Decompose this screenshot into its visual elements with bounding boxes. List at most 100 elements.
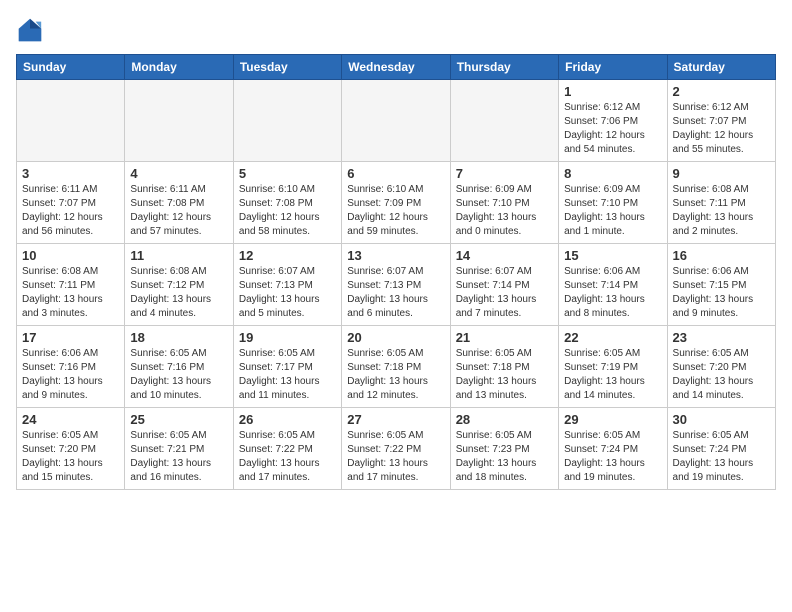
weekday-header-saturday: Saturday [667,55,775,80]
day-number: 15 [564,248,661,263]
day-info: Sunrise: 6:12 AMSunset: 7:06 PMDaylight:… [564,101,661,157]
calendar-cell: 17 Sunrise: 6:06 AMSunset: 7:16 PMDayligh… [17,326,125,408]
day-info: Sunrise: 6:08 AMSunset: 7:11 PMDaylight:… [673,183,770,239]
day-info: Sunrise: 6:05 AMSunset: 7:20 PMDaylight:… [673,347,770,403]
calendar-cell: 18 Sunrise: 6:05 AMSunset: 7:16 PMDayligh… [125,326,233,408]
day-number: 2 [673,84,770,99]
calendar-cell [450,80,558,162]
calendar-header-row: SundayMondayTuesdayWednesdayThursdayFrid… [17,55,776,80]
day-number: 17 [22,330,119,345]
weekday-header-tuesday: Tuesday [233,55,341,80]
day-number: 18 [130,330,227,345]
calendar-cell: 28 Sunrise: 6:05 AMSunset: 7:23 PMDayligh… [450,408,558,490]
calendar-week-4: 17 Sunrise: 6:06 AMSunset: 7:16 PMDayligh… [17,326,776,408]
day-info: Sunrise: 6:10 AMSunset: 7:09 PMDaylight:… [347,183,444,239]
calendar-cell: 3 Sunrise: 6:11 AMSunset: 7:07 PMDaylight… [17,162,125,244]
day-number: 25 [130,412,227,427]
day-number: 12 [239,248,336,263]
calendar-cell: 8 Sunrise: 6:09 AMSunset: 7:10 PMDaylight… [559,162,667,244]
calendar-cell: 1Sunrise: 6:12 AMSunset: 7:06 PMDaylight… [559,80,667,162]
calendar-cell [233,80,341,162]
day-number: 8 [564,166,661,181]
day-info: Sunrise: 6:05 AMSunset: 7:17 PMDaylight:… [239,347,336,403]
day-number: 28 [456,412,553,427]
day-number: 27 [347,412,444,427]
calendar-table: SundayMondayTuesdayWednesdayThursdayFrid… [16,54,776,490]
logo [16,16,48,44]
day-number: 9 [673,166,770,181]
calendar-cell: 27 Sunrise: 6:05 AMSunset: 7:22 PMDayligh… [342,408,450,490]
day-info: Sunrise: 6:05 AMSunset: 7:18 PMDaylight:… [456,347,553,403]
day-info: Sunrise: 6:12 AMSunset: 7:07 PMDaylight:… [673,101,770,157]
day-info: Sunrise: 6:10 AMSunset: 7:08 PMDaylight:… [239,183,336,239]
calendar-cell: 13 Sunrise: 6:07 AMSunset: 7:13 PMDayligh… [342,244,450,326]
day-number: 6 [347,166,444,181]
day-info: Sunrise: 6:05 AMSunset: 7:18 PMDaylight:… [347,347,444,403]
day-info: Sunrise: 6:06 AMSunset: 7:16 PMDaylight:… [22,347,119,403]
day-info: Sunrise: 6:08 AMSunset: 7:12 PMDaylight:… [130,265,227,321]
day-info: Sunrise: 6:05 AMSunset: 7:23 PMDaylight:… [456,429,553,485]
calendar-cell: 22 Sunrise: 6:05 AMSunset: 7:19 PMDayligh… [559,326,667,408]
calendar-cell: 9 Sunrise: 6:08 AMSunset: 7:11 PMDaylight… [667,162,775,244]
day-info: Sunrise: 6:09 AMSunset: 7:10 PMDaylight:… [564,183,661,239]
day-info: Sunrise: 6:06 AMSunset: 7:14 PMDaylight:… [564,265,661,321]
day-info: Sunrise: 6:07 AMSunset: 7:13 PMDaylight:… [239,265,336,321]
calendar-cell: 5 Sunrise: 6:10 AMSunset: 7:08 PMDaylight… [233,162,341,244]
day-number: 4 [130,166,227,181]
calendar-week-3: 10 Sunrise: 6:08 AMSunset: 7:11 PMDayligh… [17,244,776,326]
calendar-cell [17,80,125,162]
day-number: 10 [22,248,119,263]
calendar-week-1: 1Sunrise: 6:12 AMSunset: 7:06 PMDaylight… [17,80,776,162]
day-info: Sunrise: 6:05 AMSunset: 7:22 PMDaylight:… [347,429,444,485]
calendar-cell [125,80,233,162]
day-info: Sunrise: 6:11 AMSunset: 7:07 PMDaylight:… [22,183,119,239]
day-info: Sunrise: 6:05 AMSunset: 7:21 PMDaylight:… [130,429,227,485]
day-number: 30 [673,412,770,427]
calendar-week-5: 24 Sunrise: 6:05 AMSunset: 7:20 PMDayligh… [17,408,776,490]
calendar-cell: 23 Sunrise: 6:05 AMSunset: 7:20 PMDayligh… [667,326,775,408]
day-info: Sunrise: 6:09 AMSunset: 7:10 PMDaylight:… [456,183,553,239]
weekday-header-thursday: Thursday [450,55,558,80]
day-info: Sunrise: 6:05 AMSunset: 7:24 PMDaylight:… [673,429,770,485]
day-info: Sunrise: 6:08 AMSunset: 7:11 PMDaylight:… [22,265,119,321]
day-info: Sunrise: 6:11 AMSunset: 7:08 PMDaylight:… [130,183,227,239]
day-number: 7 [456,166,553,181]
calendar-cell: 6 Sunrise: 6:10 AMSunset: 7:09 PMDaylight… [342,162,450,244]
day-number: 20 [347,330,444,345]
day-number: 5 [239,166,336,181]
day-number: 23 [673,330,770,345]
calendar-week-2: 3 Sunrise: 6:11 AMSunset: 7:07 PMDaylight… [17,162,776,244]
calendar-cell: 25 Sunrise: 6:05 AMSunset: 7:21 PMDayligh… [125,408,233,490]
weekday-header-monday: Monday [125,55,233,80]
calendar-cell: 4 Sunrise: 6:11 AMSunset: 7:08 PMDaylight… [125,162,233,244]
day-info: Sunrise: 6:07 AMSunset: 7:13 PMDaylight:… [347,265,444,321]
day-number: 3 [22,166,119,181]
calendar-cell: 29 Sunrise: 6:05 AMSunset: 7:24 PMDayligh… [559,408,667,490]
calendar-cell: 20 Sunrise: 6:05 AMSunset: 7:18 PMDayligh… [342,326,450,408]
day-info: Sunrise: 6:05 AMSunset: 7:16 PMDaylight:… [130,347,227,403]
day-info: Sunrise: 6:05 AMSunset: 7:19 PMDaylight:… [564,347,661,403]
day-info: Sunrise: 6:05 AMSunset: 7:24 PMDaylight:… [564,429,661,485]
calendar-cell: 7 Sunrise: 6:09 AMSunset: 7:10 PMDaylight… [450,162,558,244]
calendar-cell: 15 Sunrise: 6:06 AMSunset: 7:14 PMDayligh… [559,244,667,326]
page-header [16,16,776,44]
day-info: Sunrise: 6:05 AMSunset: 7:20 PMDaylight:… [22,429,119,485]
day-number: 24 [22,412,119,427]
calendar-cell: 26Sunrise: 6:05 AMSunset: 7:22 PMDayligh… [233,408,341,490]
calendar-cell: 21Sunrise: 6:05 AMSunset: 7:18 PMDayligh… [450,326,558,408]
logo-icon [16,16,44,44]
day-number: 14 [456,248,553,263]
calendar-cell: 16Sunrise: 6:06 AMSunset: 7:15 PMDayligh… [667,244,775,326]
calendar-cell: 24 Sunrise: 6:05 AMSunset: 7:20 PMDayligh… [17,408,125,490]
day-info: Sunrise: 6:05 AMSunset: 7:22 PMDaylight:… [239,429,336,485]
calendar-cell: 10 Sunrise: 6:08 AMSunset: 7:11 PMDayligh… [17,244,125,326]
weekday-header-friday: Friday [559,55,667,80]
weekday-header-wednesday: Wednesday [342,55,450,80]
day-number: 29 [564,412,661,427]
calendar-cell: 12 Sunrise: 6:07 AMSunset: 7:13 PMDayligh… [233,244,341,326]
calendar-cell: 14Sunrise: 6:07 AMSunset: 7:14 PMDayligh… [450,244,558,326]
day-number: 13 [347,248,444,263]
calendar-cell: 11Sunrise: 6:08 AMSunset: 7:12 PMDayligh… [125,244,233,326]
day-number: 22 [564,330,661,345]
calendar-cell: 19Sunrise: 6:05 AMSunset: 7:17 PMDayligh… [233,326,341,408]
